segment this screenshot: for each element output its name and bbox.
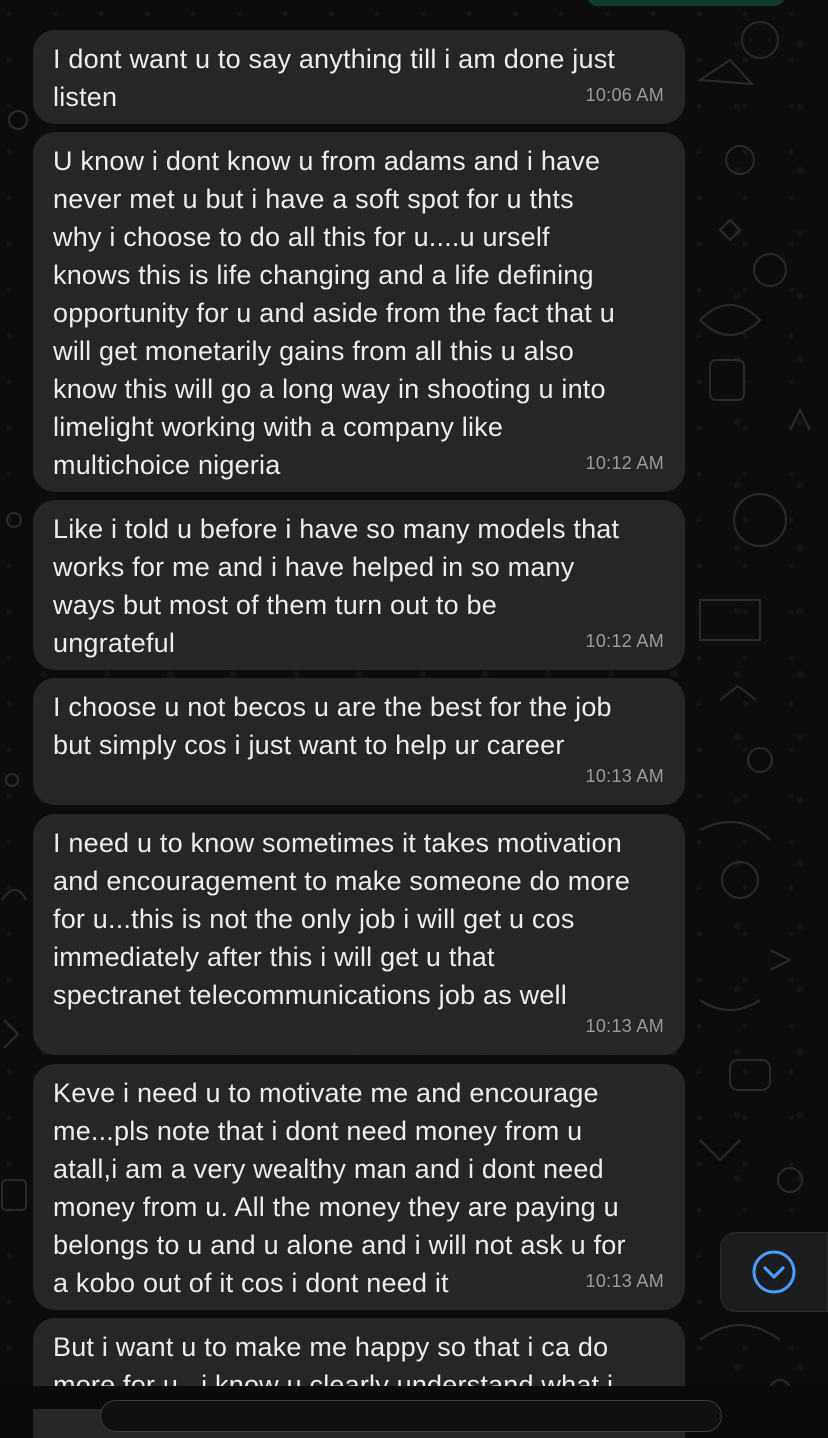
top-status-pill (586, 0, 786, 6)
message-text: U know i dont know u from adams and i ha… (53, 146, 615, 480)
message-timestamp: 10:12 AM (585, 631, 664, 651)
scroll-to-bottom-button[interactable] (720, 1232, 828, 1312)
chevron-down-circle-icon (752, 1250, 796, 1294)
message-composer[interactable] (100, 1400, 722, 1432)
message-text: I dont want u to say anything till i am … (53, 44, 616, 112)
message-timestamp: 10:12 AM (585, 453, 664, 473)
message-timestamp: 10:13 AM (585, 766, 664, 786)
message-bubble[interactable]: Like i told u before i have so many mode… (33, 500, 685, 670)
message-text: Keve i need u to motivate me and encoura… (53, 1078, 626, 1298)
message-bubble[interactable]: U know i dont know u from adams and i ha… (33, 132, 685, 492)
message-bubble[interactable]: I dont want u to say anything till i am … (33, 30, 685, 124)
message-bubble[interactable]: I choose u not becos u are the best for … (33, 678, 685, 805)
message-bubble[interactable]: Keve i need u to motivate me and encoura… (33, 1064, 685, 1310)
message-timestamp: 10:13 AM (585, 1016, 664, 1036)
message-bubble[interactable]: I need u to know sometimes it takes moti… (33, 814, 685, 1055)
message-timestamp: 10:13 AM (585, 1271, 664, 1291)
message-timestamp: 10:06 AM (585, 85, 664, 105)
message-text: I need u to know sometimes it takes moti… (53, 828, 631, 1010)
message-text: Like i told u before i have so many mode… (53, 514, 620, 658)
message-text: I choose u not becos u are the best for … (53, 692, 612, 760)
